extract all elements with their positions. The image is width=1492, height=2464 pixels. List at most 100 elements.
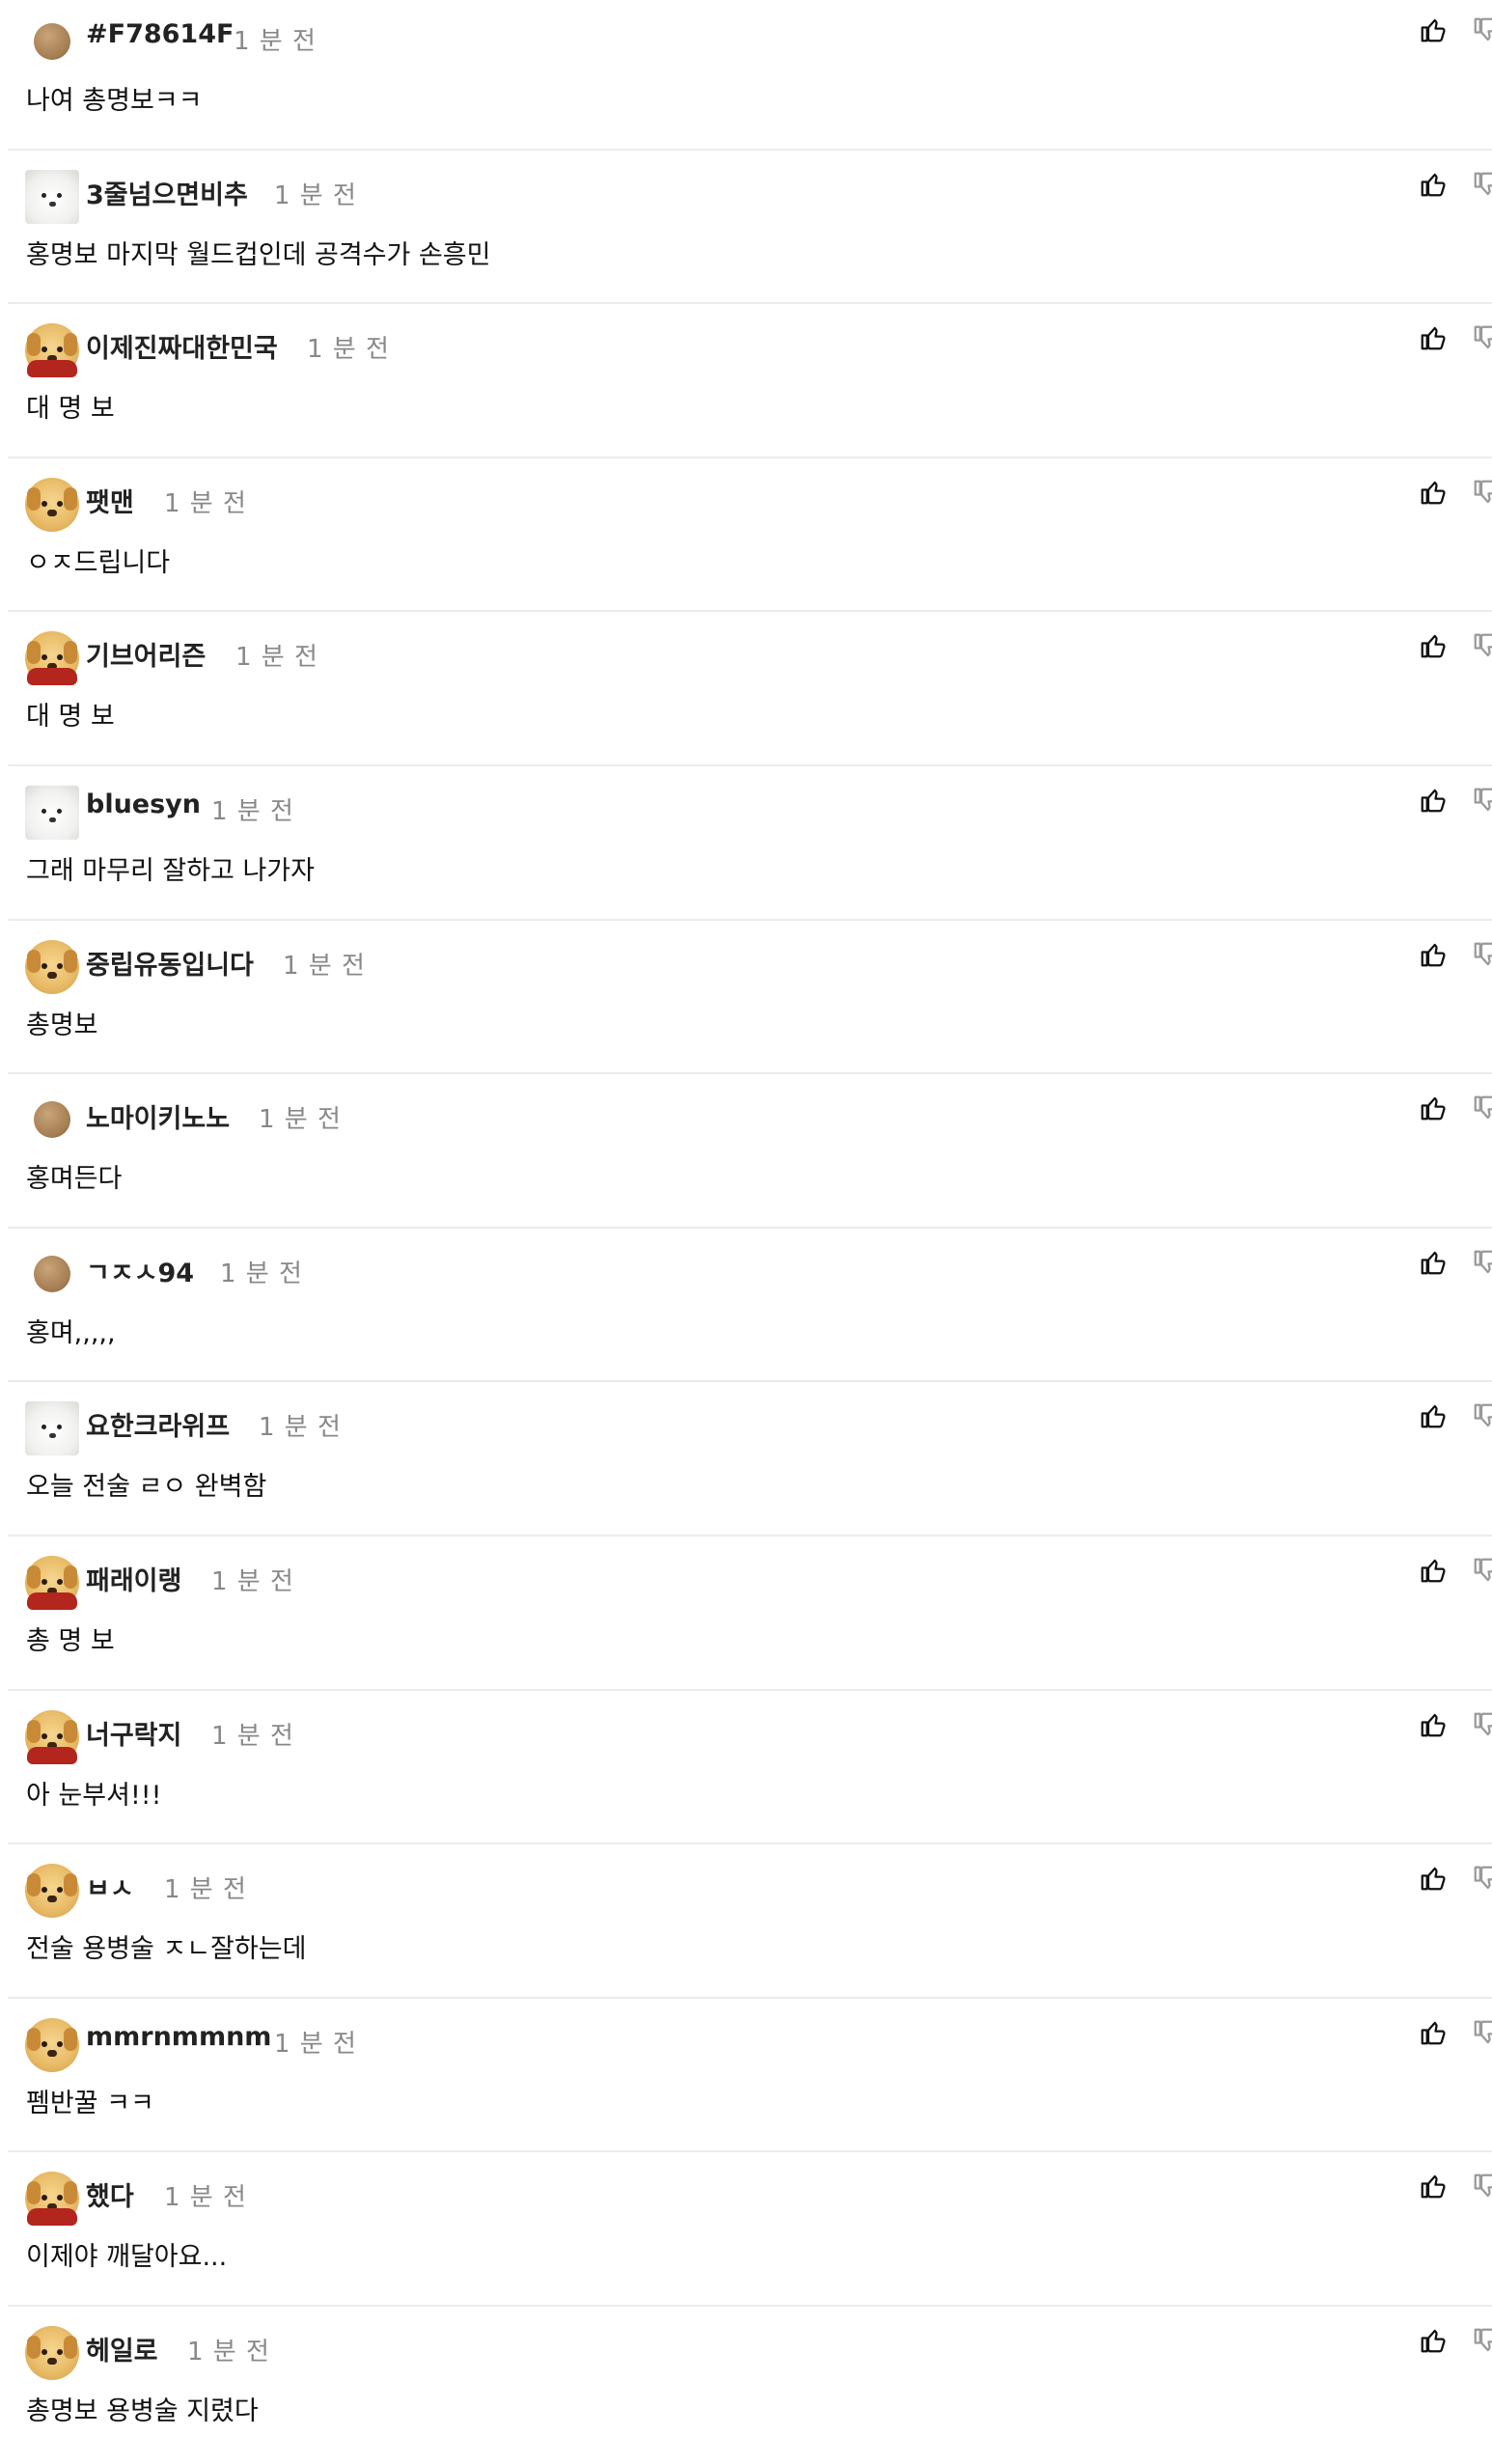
username[interactable]: 기브어리즌 (86, 635, 206, 673)
avatar[interactable] (25, 2172, 79, 2227)
eye-shape (57, 500, 63, 507)
like-button[interactable] (1419, 1864, 1448, 1893)
username[interactable]: 너구락지 (86, 1714, 181, 1752)
divider (8, 1534, 1492, 1537)
thumbs-up-icon (1419, 1556, 1448, 1585)
comment-item: 3줄넘으면비추 1 분 전 홍명보 마지막 월드컵인데 공격수가 손흥민 (0, 154, 1492, 308)
thumbs-down-icon (1472, 170, 1492, 199)
like-button[interactable] (1419, 786, 1448, 815)
eye-shape (41, 2040, 47, 2047)
nose-shape (49, 201, 56, 207)
avatar[interactable] (25, 1401, 79, 1456)
avatar[interactable] (25, 2326, 79, 2380)
dislike-button[interactable] (1472, 323, 1492, 352)
like-button[interactable] (1419, 2172, 1448, 2201)
avatar[interactable] (25, 1556, 79, 1610)
comment-item: 이제진짜대한민국 1 분 전대 명 보 (0, 308, 1492, 461)
dislike-button[interactable] (1472, 786, 1492, 815)
eye-shape (57, 2040, 63, 2047)
username[interactable]: 헤일로 (86, 2330, 158, 2367)
like-button[interactable] (1419, 478, 1448, 507)
avatar[interactable] (34, 23, 70, 60)
like-button[interactable] (1419, 1094, 1448, 1122)
username[interactable]: ㄱㅈㅅ94 (86, 1252, 194, 1289)
thumbs-down-icon (1472, 1864, 1492, 1893)
dislike-button[interactable] (1472, 2326, 1492, 2355)
comment-item: mmrnmmnm 1 분 전 펨반꿀 ㅋㅋ (0, 2003, 1492, 2156)
thumbs-down-icon (1472, 478, 1492, 507)
eye-shape (57, 346, 63, 353)
avatar[interactable] (25, 323, 79, 378)
divider (8, 2304, 1492, 2307)
avatar[interactable] (34, 1255, 70, 1292)
username[interactable]: 팻맨 (86, 482, 134, 519)
username[interactable]: 이제진짜대한민국 (86, 327, 278, 365)
divider (8, 1842, 1492, 1845)
like-button[interactable] (1419, 1710, 1448, 1739)
divider (8, 763, 1492, 766)
dislike-button[interactable] (1472, 631, 1492, 660)
divider (8, 456, 1492, 458)
ear-shape (64, 486, 77, 511)
username[interactable]: 요한크라위프 (86, 1405, 230, 1443)
username[interactable]: 3줄넘으면비추 (86, 174, 248, 211)
username[interactable]: ㅂㅅ (86, 1868, 134, 1905)
dislike-button[interactable] (1472, 1556, 1492, 1585)
dislike-button[interactable] (1472, 15, 1492, 44)
thumbs-down-icon (1472, 786, 1492, 815)
avatar[interactable] (25, 2017, 79, 2072)
username[interactable]: 노마이키노노 (86, 1097, 230, 1135)
dislike-button[interactable] (1472, 1401, 1492, 1430)
like-button[interactable] (1419, 1401, 1448, 1430)
dislike-button[interactable] (1472, 2018, 1492, 2047)
dislike-button[interactable] (1472, 1864, 1492, 1893)
avatar[interactable] (25, 939, 79, 994)
nose-shape (49, 1433, 56, 1439)
username[interactable]: bluesyn (86, 789, 201, 819)
avatar[interactable] (25, 786, 79, 840)
dislike-button[interactable] (1472, 1248, 1492, 1277)
avatar[interactable] (25, 1709, 79, 1764)
dislike-button[interactable] (1472, 1094, 1492, 1122)
ear-shape (64, 1565, 77, 1589)
cape-shape (27, 1592, 77, 1610)
like-button[interactable] (1419, 1556, 1448, 1585)
username[interactable]: #F78614F (86, 19, 234, 49)
avatar[interactable] (34, 1101, 70, 1139)
dislike-button[interactable] (1472, 940, 1492, 969)
username[interactable]: mmrnmmnm (86, 2022, 271, 2052)
cape-shape (27, 1746, 77, 1764)
username[interactable]: 했다 (86, 2175, 134, 2213)
eye-shape (41, 1887, 47, 1894)
thumbs-up-icon (1419, 631, 1448, 660)
dislike-button[interactable] (1472, 478, 1492, 507)
dislike-button[interactable] (1472, 170, 1492, 199)
comment-text: 총명보 (26, 1010, 98, 1040)
divider (8, 1688, 1492, 1691)
thumbs-up-icon (1419, 1710, 1448, 1739)
avatar[interactable] (25, 477, 79, 532)
avatar[interactable] (25, 1864, 79, 1919)
ear-shape (27, 2181, 41, 2205)
avatar[interactable] (25, 169, 79, 224)
like-button[interactable] (1419, 631, 1448, 660)
timestamp: 1 분 전 (274, 180, 357, 210)
eye-shape (41, 192, 46, 198)
dislike-button[interactable] (1472, 1710, 1492, 1739)
avatar[interactable] (25, 631, 79, 686)
like-button[interactable] (1419, 1248, 1448, 1277)
like-button[interactable] (1419, 2018, 1448, 2047)
thumbs-down-icon (1472, 2326, 1492, 2355)
username[interactable]: 중립유동입니다 (86, 944, 254, 982)
thumbs-up-icon (1419, 1401, 1448, 1430)
thumbs-up-icon (1419, 1248, 1448, 1277)
like-button[interactable] (1419, 170, 1448, 199)
dislike-button[interactable] (1472, 2172, 1492, 2201)
divider (8, 1996, 1492, 1999)
like-button[interactable] (1419, 940, 1448, 969)
like-button[interactable] (1419, 2326, 1448, 2355)
like-button[interactable] (1419, 323, 1448, 352)
comment-item: ㄱㅈㅅ94 1 분 전 홍며,,,,, (0, 1232, 1492, 1386)
like-button[interactable] (1419, 15, 1448, 44)
username[interactable]: 패래이랭 (86, 1560, 181, 1597)
